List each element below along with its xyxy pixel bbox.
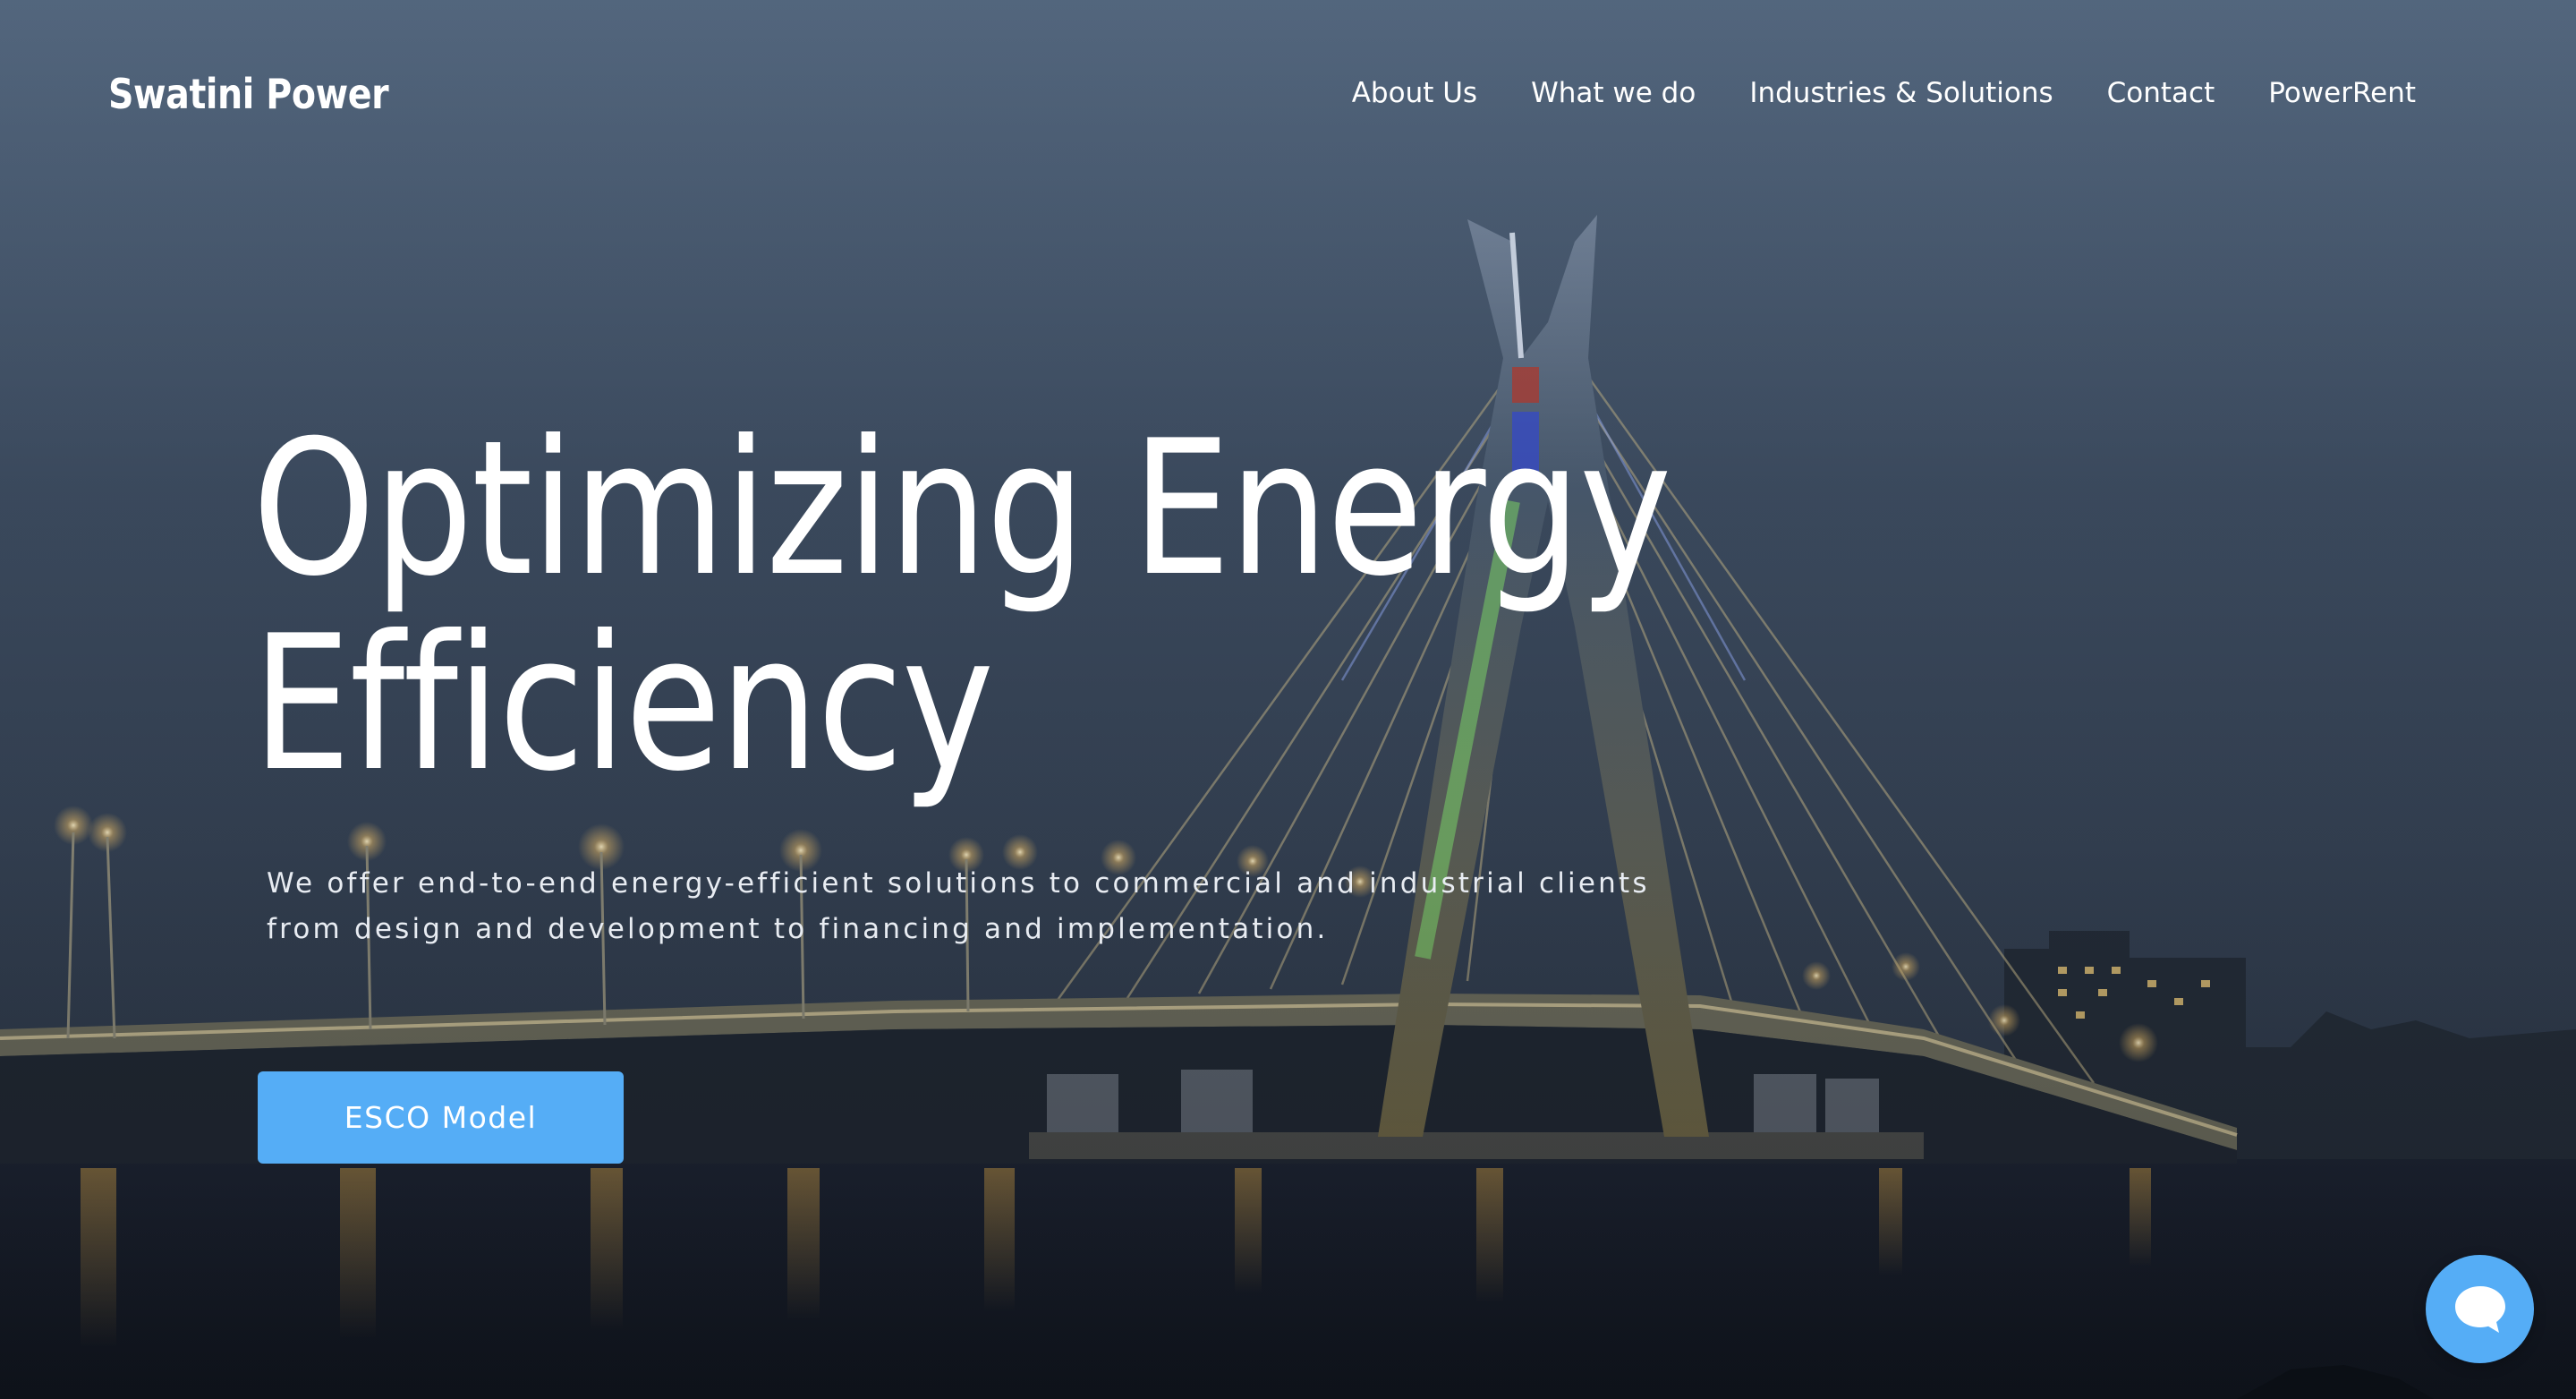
chat-widget-button[interactable] <box>2426 1255 2534 1363</box>
chat-bubble-icon <box>2454 1285 2505 1333</box>
hero-headline: Optimizing Energy Efficiency <box>252 412 1680 802</box>
hero-subtext-line-1: We offer end-to-end energy-efficient sol… <box>267 867 1650 900</box>
nav-powerrent[interactable]: PowerRent <box>2268 77 2416 109</box>
main-nav: About Us What we do Industries & Solutio… <box>1352 77 2416 109</box>
hero-subtext: We offer end-to-end energy-efficient sol… <box>267 861 1662 952</box>
site-logo[interactable]: Swatini Power <box>108 70 389 118</box>
hero-headline-line-1: Optimizing Energy <box>252 401 1671 618</box>
hero-headline-line-2: Efficiency <box>252 596 994 813</box>
nav-contact[interactable]: Contact <box>2107 77 2215 109</box>
nav-about-us[interactable]: About Us <box>1352 77 1477 109</box>
nav-what-we-do[interactable]: What we do <box>1531 77 1696 109</box>
esco-model-button[interactable]: ESCO Model <box>258 1071 624 1164</box>
hero-subtext-line-2: from design and development to financing… <box>267 913 1329 945</box>
nav-industries-solutions[interactable]: Industries & Solutions <box>1749 77 2053 109</box>
